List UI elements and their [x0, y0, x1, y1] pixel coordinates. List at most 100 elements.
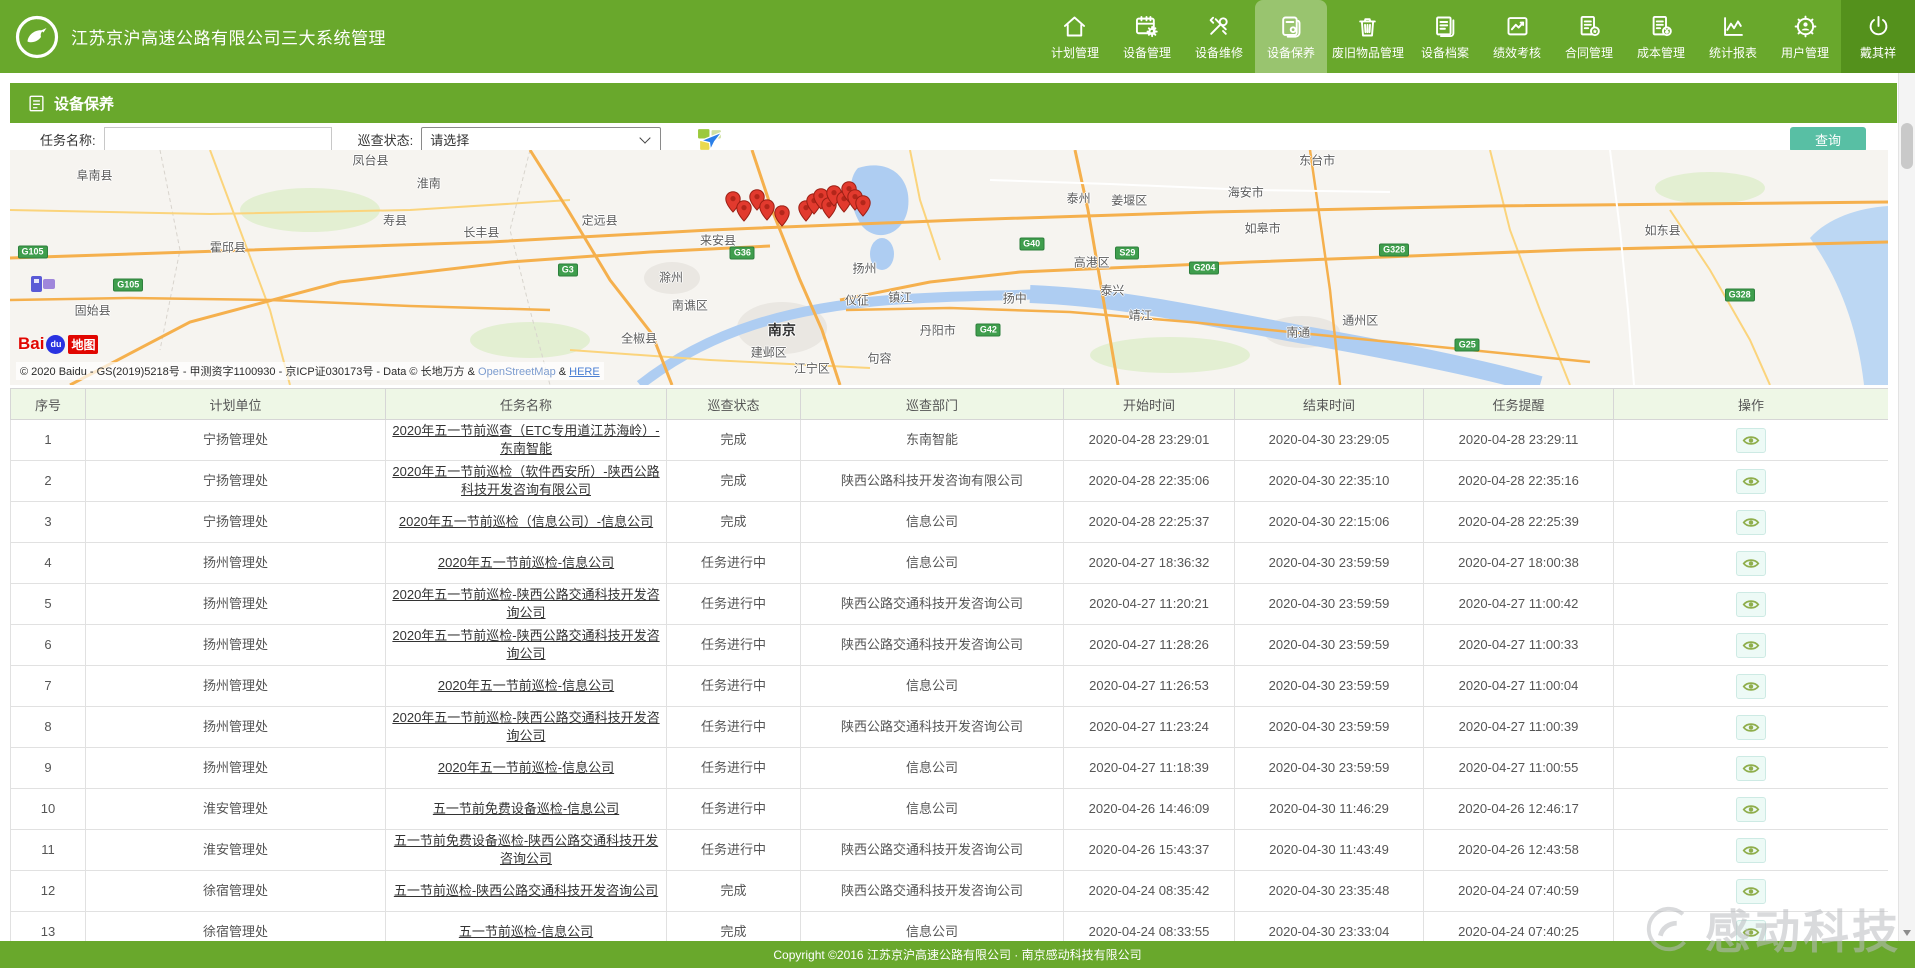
task-link[interactable]: 五一节前免费设备巡检-陕西公路交通科技开发咨询公司: [394, 833, 658, 866]
map-pin-icon[interactable]: [855, 195, 871, 217]
road-badge: G25: [1455, 339, 1480, 352]
scrollbar-down-arrow[interactable]: [1899, 924, 1915, 941]
start-time: 2020-04-28 22:25:37: [1064, 502, 1235, 543]
map-pin-icon[interactable]: [759, 199, 775, 221]
view-button[interactable]: [1736, 920, 1766, 942]
here-link[interactable]: HERE: [569, 366, 600, 378]
row-index: 4: [11, 543, 86, 584]
baidu-logo[interactable]: Bai du 地图: [18, 334, 98, 354]
nav-item-equipment-management[interactable]: 设备管理: [1111, 0, 1183, 73]
task-link[interactable]: 五一节前免费设备巡检-信息公司: [433, 801, 619, 816]
inspect-dept: 信息公司: [801, 502, 1064, 543]
task-link[interactable]: 2020年五一节前巡检-信息公司: [438, 678, 614, 693]
inspect-status: 任务进行中: [667, 789, 801, 830]
task-link[interactable]: 五一节前巡检-陕西公路交通科技开发咨询公司: [394, 883, 658, 898]
column-header: 巡查部门: [801, 389, 1064, 420]
eye-icon: [1742, 516, 1760, 529]
map-place-label: 泰兴: [1100, 282, 1124, 299]
eye-icon: [1742, 844, 1760, 857]
baidu-logo-suffix: 地图: [68, 335, 98, 354]
start-time: 2020-04-24 08:33:55: [1064, 912, 1235, 942]
inspect-status: 任务进行中: [667, 625, 801, 666]
task-name-input[interactable]: [104, 127, 332, 151]
eye-icon: [1742, 434, 1760, 447]
task-link[interactable]: 2020年五一节前巡检（信息公司）-信息公司: [399, 514, 653, 529]
map-place-label: 镇江: [888, 289, 912, 306]
nav-item-performance-review[interactable]: 绩效考核: [1481, 0, 1553, 73]
nav-item-contract-management[interactable]: 合同管理: [1553, 0, 1625, 73]
column-header: 开始时间: [1064, 389, 1235, 420]
task-name: 五一节前免费设备巡检-陕西公路交通科技开发咨询公司: [386, 830, 667, 871]
inspect-status: 任务进行中: [667, 830, 801, 871]
view-button[interactable]: [1736, 551, 1766, 576]
scrollbar-thumb[interactable]: [1901, 123, 1913, 169]
view-button[interactable]: [1736, 510, 1766, 535]
map-place-label: 如东县: [1645, 221, 1681, 238]
plan-unit: 扬州管理处: [86, 625, 386, 666]
status-label: 巡查状态:: [358, 130, 414, 149]
filter-bar: 任务名称: 巡查状态: 请选择 查询: [10, 126, 1897, 152]
row-index: 6: [11, 625, 86, 666]
map-pin-icon[interactable]: [774, 205, 790, 227]
nav-item-current-user[interactable]: 戴其祥: [1841, 0, 1915, 73]
view-button[interactable]: [1736, 756, 1766, 781]
plan-unit: 扬州管理处: [86, 748, 386, 789]
nav-item-equipment-maintenance[interactable]: 设备保养: [1255, 0, 1327, 73]
doc-star-icon: [1576, 13, 1603, 40]
plan-unit: 宁扬管理处: [86, 502, 386, 543]
start-time: 2020-04-27 11:23:24: [1064, 707, 1235, 748]
view-button[interactable]: [1736, 674, 1766, 699]
task-link[interactable]: 2020年五一节前巡检-陕西公路交通科技开发咨询公司: [392, 710, 659, 743]
nav-item-equipment-repair[interactable]: 设备维修: [1183, 0, 1255, 73]
task-link[interactable]: 2020年五一节前巡查（ETC专用道江苏海岭）-东南智能: [392, 423, 659, 456]
openstreetmap-link[interactable]: OpenStreetMap: [478, 366, 556, 378]
map-place-label: 南谯区: [672, 297, 708, 314]
row-index: 1: [11, 420, 86, 461]
map-control-icon[interactable]: [30, 274, 56, 294]
inspect-dept: 陕西公路交通科技开发咨询公司: [801, 871, 1064, 912]
panel-header: 设备保养: [10, 83, 1897, 123]
view-button[interactable]: [1736, 633, 1766, 658]
task-link[interactable]: 2020年五一节前巡检（软件西安所）-陕西公路科技开发咨询有限公司: [392, 464, 659, 497]
nav-item-scrap-management[interactable]: 废旧物品管理: [1327, 0, 1409, 73]
map-place-label: 长丰县: [463, 224, 499, 241]
table-row: 7扬州管理处2020年五一节前巡检-信息公司任务进行中信息公司2020-04-2…: [11, 666, 1889, 707]
nav-item-cost-management[interactable]: 成本管理: [1625, 0, 1697, 73]
task-link[interactable]: 2020年五一节前巡检-信息公司: [438, 760, 614, 775]
task-name: 五一节前免费设备巡检-信息公司: [386, 789, 667, 830]
road-badge: G42: [976, 324, 1001, 337]
view-button[interactable]: [1736, 592, 1766, 617]
task-remind: 2020-04-28 22:35:16: [1424, 461, 1614, 502]
map-locate-icon[interactable]: [697, 126, 724, 153]
inspect-dept: 信息公司: [801, 748, 1064, 789]
documents-icon: [1432, 13, 1459, 40]
nav-item-plan-management[interactable]: 计划管理: [1039, 0, 1111, 73]
view-button[interactable]: [1736, 469, 1766, 494]
baidu-map[interactable]: 阜南县凤台县淮南寿县霍邱县固始县长丰县定远县来安县天长滁州南谯区全椒县南京建邺区…: [10, 150, 1888, 385]
company-logo-icon: [14, 14, 60, 60]
trash-icon: [1354, 13, 1381, 40]
map-place-label: 扬州: [852, 259, 876, 276]
nav-item-statistics-report[interactable]: 统计报表: [1697, 0, 1769, 73]
query-button[interactable]: 查询: [1790, 127, 1866, 152]
view-button[interactable]: [1736, 428, 1766, 453]
vertical-scrollbar[interactable]: [1898, 73, 1915, 941]
nav-item-user-management[interactable]: 用户管理: [1769, 0, 1841, 73]
task-name-label: 任务名称:: [40, 130, 96, 149]
eye-icon: [1742, 885, 1760, 898]
task-link[interactable]: 2020年五一节前巡检-信息公司: [438, 555, 614, 570]
road-badge: G3: [558, 264, 578, 277]
view-button[interactable]: [1736, 879, 1766, 904]
task-link[interactable]: 五一节前巡检-信息公司: [459, 924, 593, 939]
status-select[interactable]: 请选择: [421, 127, 661, 152]
task-table-wrap: 序号计划单位任务名称巡查状态巡查部门开始时间结束时间任务提醒操作 1宁扬管理处2…: [10, 388, 1888, 941]
view-button[interactable]: [1736, 797, 1766, 822]
nav-item-equipment-archive[interactable]: 设备档案: [1409, 0, 1481, 73]
view-button[interactable]: [1736, 838, 1766, 863]
map-place-label: 东台市: [1299, 152, 1335, 169]
task-link[interactable]: 2020年五一节前巡检-陕西公路交通科技开发咨询公司: [392, 628, 659, 661]
task-name: 2020年五一节前巡检-信息公司: [386, 666, 667, 707]
task-link[interactable]: 2020年五一节前巡检-陕西公路交通科技开发咨询公司: [392, 587, 659, 620]
copyright-text: Copyright ©2016 江苏京沪高速公路有限公司 · 南京感动科技有限公…: [773, 946, 1141, 963]
view-button[interactable]: [1736, 715, 1766, 740]
